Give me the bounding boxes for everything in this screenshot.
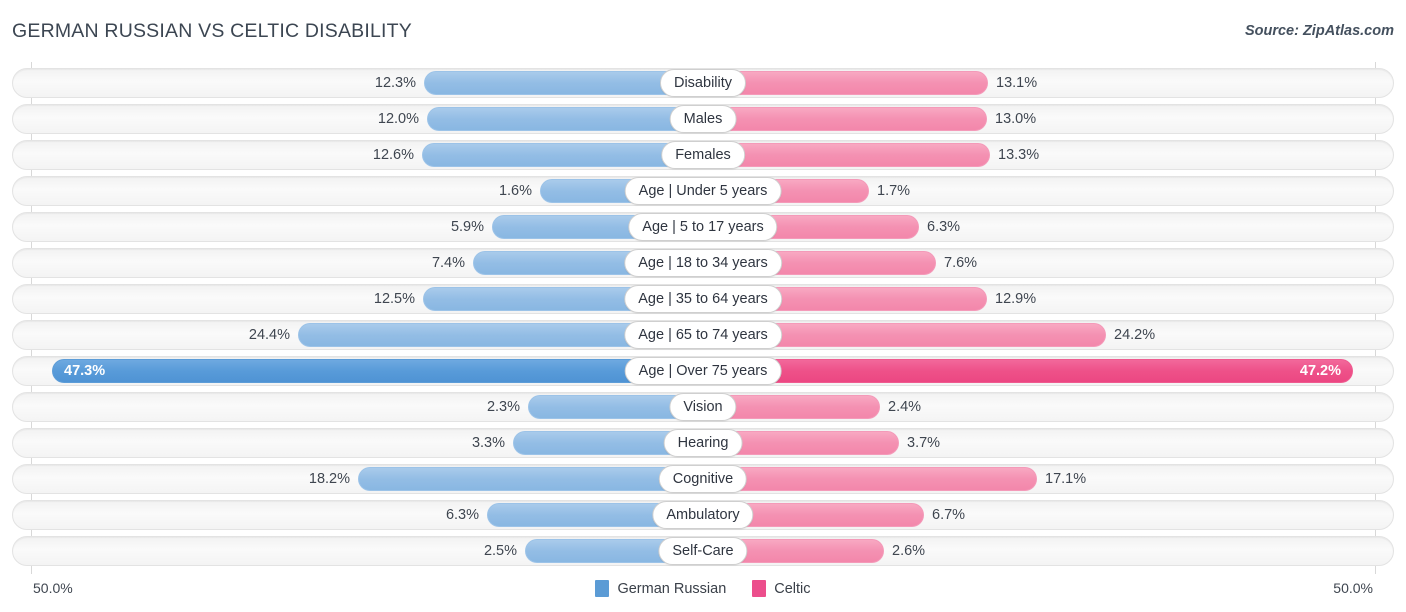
source-attribution: Source: ZipAtlas.com — [1244, 23, 1394, 39]
table-row: 24.4% 24.2% Age | 65 to 74 years — [12, 320, 1394, 350]
value-label-german-russian: 2.3% — [486, 399, 520, 415]
legend-item-celtic[interactable]: Celtic — [752, 580, 811, 597]
value-label-german-russian: 3.3% — [471, 435, 505, 451]
value-label-german-russian: 12.0% — [377, 111, 419, 127]
category-label-pill[interactable]: Females — [661, 141, 745, 169]
bar-celtic[interactable] — [703, 143, 990, 167]
table-row: 18.2% 17.1% Cognitive — [12, 464, 1394, 494]
table-row: 12.3% 13.1% Disability — [12, 68, 1394, 98]
value-label-celtic: 2.6% — [892, 543, 926, 559]
page-title: GERMAN RUSSIAN VS CELTIC DISABILITY — [12, 20, 412, 42]
value-label-german-russian: 1.6% — [498, 183, 532, 199]
value-label-german-russian: 24.4% — [248, 327, 290, 343]
chart-legend: German Russian Celtic — [0, 580, 1406, 597]
table-row: 7.4% 7.6% Age | 18 to 34 years — [12, 248, 1394, 278]
legend-swatch-celtic — [752, 580, 767, 597]
value-label-celtic: 12.9% — [995, 291, 1037, 307]
chart-footer: 50.0% 50.0% German Russian Celtic — [0, 574, 1406, 612]
value-label-celtic: 3.7% — [907, 435, 941, 451]
legend-item-german-russian[interactable]: German Russian — [595, 580, 726, 597]
value-label-celtic: 13.3% — [998, 147, 1040, 163]
category-label-pill[interactable]: Hearing — [663, 429, 743, 457]
value-label-german-russian: 2.5% — [483, 543, 517, 559]
table-row: 12.6% 13.3% Females — [12, 140, 1394, 170]
category-label-pill[interactable]: Age | 18 to 34 years — [624, 249, 782, 277]
value-label-celtic: 2.4% — [888, 399, 922, 415]
value-label-german-russian: 12.3% — [374, 75, 416, 91]
legend-label-german-russian: German Russian — [617, 580, 727, 597]
category-label-pill[interactable]: Disability — [659, 69, 747, 97]
value-label-celtic: 47.2% — [1299, 363, 1341, 379]
category-label-pill[interactable]: Vision — [669, 393, 737, 421]
value-label-celtic: 13.0% — [995, 111, 1037, 127]
legend-label-celtic: Celtic — [774, 580, 811, 597]
table-row: 5.9% 6.3% Age | 5 to 17 years — [12, 212, 1394, 242]
value-label-celtic: 6.7% — [932, 507, 966, 523]
category-label-pill[interactable]: Age | Over 75 years — [624, 357, 782, 385]
value-label-german-russian: 12.6% — [372, 147, 414, 163]
value-label-celtic: 1.7% — [877, 183, 911, 199]
category-label-pill[interactable]: Ambulatory — [652, 501, 754, 529]
value-label-german-russian: 12.5% — [373, 291, 415, 307]
category-label-pill[interactable]: Self-Care — [658, 537, 748, 565]
value-label-german-russian: 47.3% — [64, 363, 106, 379]
category-label-pill[interactable]: Cognitive — [658, 465, 748, 493]
table-row: 12.0% 13.0% Males — [12, 104, 1394, 134]
table-row: 12.5% 12.9% Age | 35 to 64 years — [12, 284, 1394, 314]
bar-rows: 12.3% 13.1% Disability 12.0% 13.0% Males 12.6%… — [0, 62, 1406, 574]
table-row: 1.6% 1.7% Age | Under 5 years — [12, 176, 1394, 206]
value-label-celtic: 24.2% — [1114, 327, 1156, 343]
chart-plot-area: 12.3% 13.1% Disability 12.0% 13.0% Males 12.6%… — [0, 62, 1406, 574]
chart-header: GERMAN RUSSIAN VS CELTIC DISABILITY Sour… — [0, 0, 1406, 62]
value-label-celtic: 6.3% — [927, 219, 961, 235]
value-label-german-russian: 6.3% — [445, 507, 479, 523]
value-label-celtic: 13.1% — [996, 75, 1038, 91]
category-label-pill[interactable]: Age | 35 to 64 years — [624, 285, 782, 313]
bar-german-russian[interactable] — [358, 467, 703, 491]
bar-celtic[interactable] — [703, 107, 987, 131]
value-label-celtic: 7.6% — [944, 255, 978, 271]
table-row: 2.5% 2.6% Self-Care — [12, 536, 1394, 566]
table-row: 3.3% 3.7% Hearing — [12, 428, 1394, 458]
value-label-german-russian: 18.2% — [308, 471, 350, 487]
value-label-german-russian: 5.9% — [450, 219, 484, 235]
table-row: 6.3% 6.7% Ambulatory — [12, 500, 1394, 530]
value-label-celtic: 17.1% — [1045, 471, 1087, 487]
category-label-pill[interactable]: Age | Under 5 years — [624, 177, 782, 205]
category-label-pill[interactable]: Age | 65 to 74 years — [624, 321, 782, 349]
table-row: 47.3% 47.2% Age | Over 75 years — [12, 356, 1394, 386]
table-row: 2.3% 2.4% Vision — [12, 392, 1394, 422]
bar-german-russian[interactable] — [427, 107, 703, 131]
bar-celtic[interactable] — [703, 467, 1037, 491]
category-label-pill[interactable]: Males — [669, 105, 737, 133]
legend-swatch-german-russian — [595, 580, 610, 597]
value-label-german-russian: 7.4% — [431, 255, 465, 271]
category-label-pill[interactable]: Age | 5 to 17 years — [628, 213, 778, 241]
